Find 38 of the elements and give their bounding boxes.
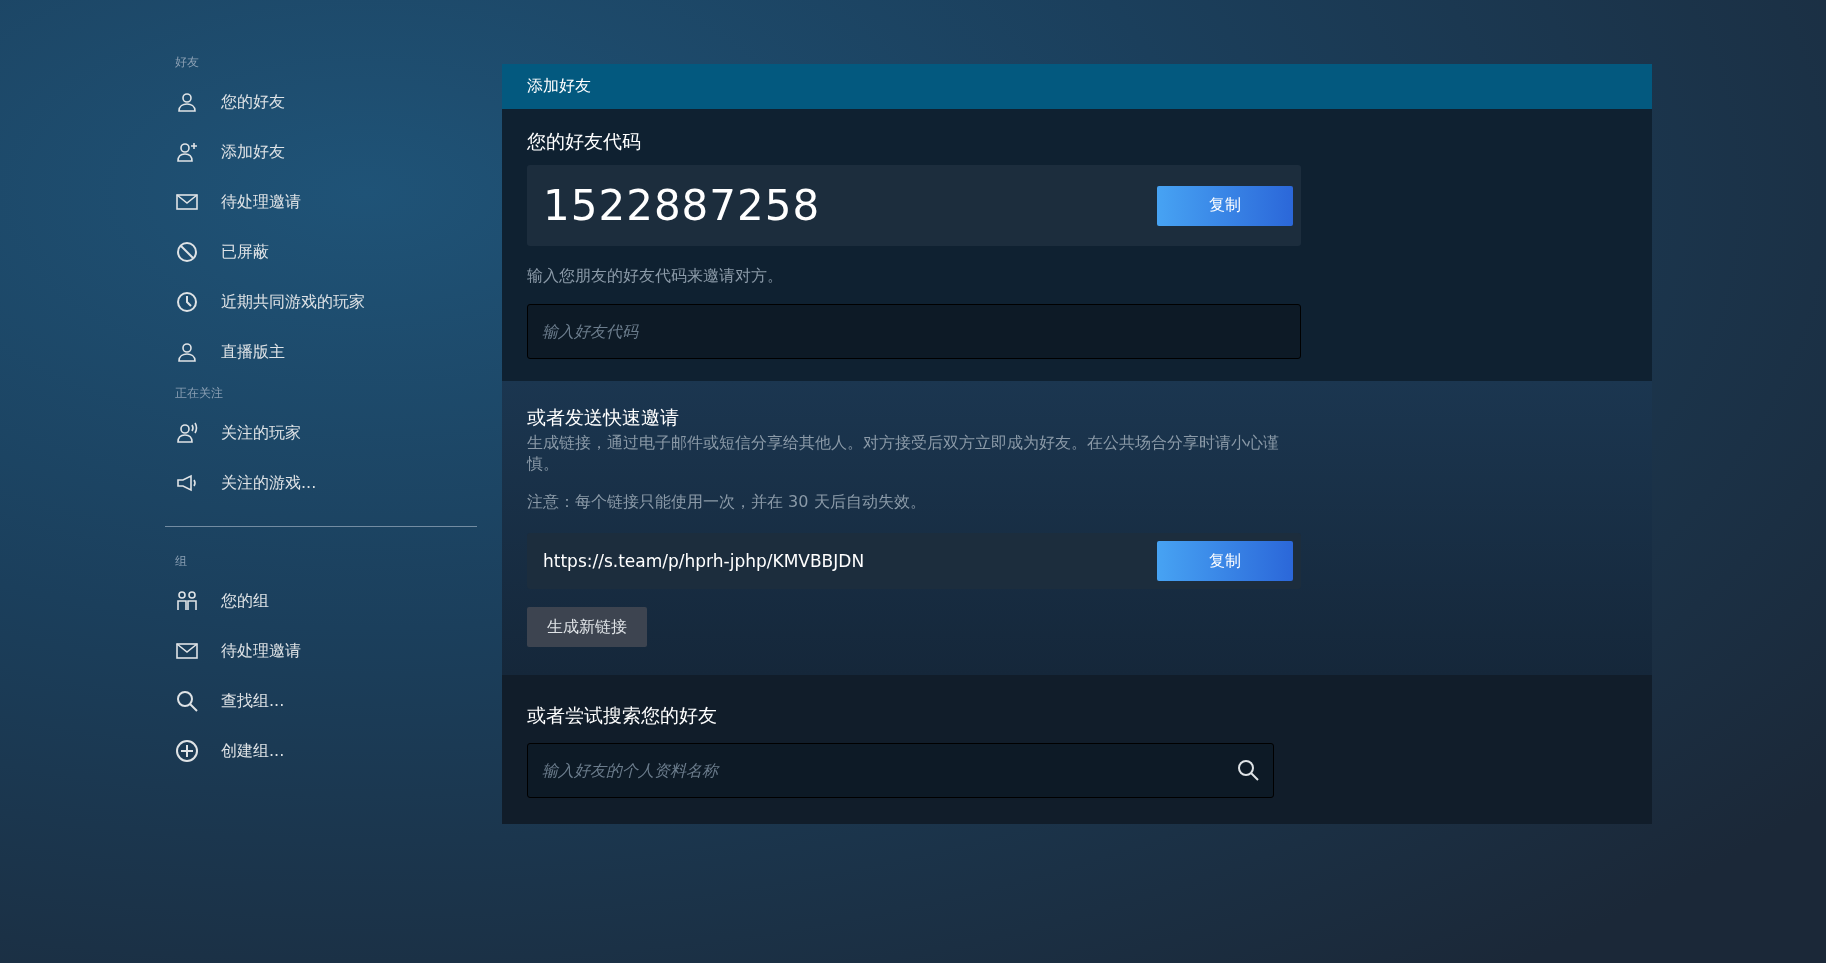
person-icon: [175, 340, 199, 364]
copy-button[interactable]: 复制: [1157, 541, 1293, 582]
search-icon[interactable]: [1236, 758, 1260, 783]
sidebar-item[interactable]: 近期共同游戏的玩家: [165, 277, 477, 327]
note-text: 注意：每个链接只能使用一次，并在 30 天后自动失效。: [527, 492, 927, 514]
sidebar-item[interactable]: 查找组...: [165, 676, 477, 726]
hint-text: 输入您朋友的好友代码来邀请对方。: [527, 266, 784, 287]
group-icon: [175, 589, 199, 613]
add-person-icon: [175, 140, 199, 164]
section-heading: 您的好友代码: [527, 129, 641, 154]
clock-icon: [175, 290, 199, 314]
section-title: 好友: [175, 54, 200, 71]
friend-code-input[interactable]: 输入好友代码: [527, 303, 1301, 359]
sidebar-item[interactable]: 直播版主: [165, 327, 477, 377]
search-icon: [175, 689, 199, 713]
blocked-icon: [175, 240, 199, 264]
section-heading: 或者尝试搜索您的好友: [527, 703, 717, 729]
sidebar-item[interactable]: 关注的游戏...: [165, 458, 477, 508]
generate-link-button[interactable]: 生成新链接: [527, 607, 647, 648]
section-heading: 或者发送快速邀请: [527, 404, 679, 430]
sidebar-item[interactable]: 创建组...: [165, 726, 477, 776]
sidebar-item[interactable]: 您的好友: [165, 77, 477, 127]
panel-title: 添加好友: [502, 64, 1652, 109]
friend-code: 1522887258: [543, 181, 821, 230]
sidebar-item[interactable]: 关注的玩家: [165, 408, 477, 458]
person-icon: [175, 90, 199, 114]
add-circle-icon: [175, 739, 199, 763]
section-title: 组: [175, 553, 188, 570]
section-title: 正在关注: [175, 385, 224, 402]
copy-button[interactable]: 复制: [1157, 185, 1293, 226]
sidebar-item[interactable]: 待处理邀请: [165, 626, 477, 676]
description-text: 生成链接，通过电子邮件或短信分享给其他人。对方接受后双方立即成为好友。在公共场合分享时请小心谨慎。: [527, 432, 1280, 475]
sidebar-item[interactable]: 添加好友: [165, 127, 477, 177]
sidebar-item[interactable]: 待处理邀请: [165, 177, 477, 227]
sidebar-item[interactable]: 您的组: [165, 576, 477, 626]
sidebar-item[interactable]: 已屏蔽: [165, 227, 477, 277]
search-field[interactable]: 输入好友的个人资料名称: [527, 743, 1274, 799]
person-sound-icon: [175, 421, 199, 445]
